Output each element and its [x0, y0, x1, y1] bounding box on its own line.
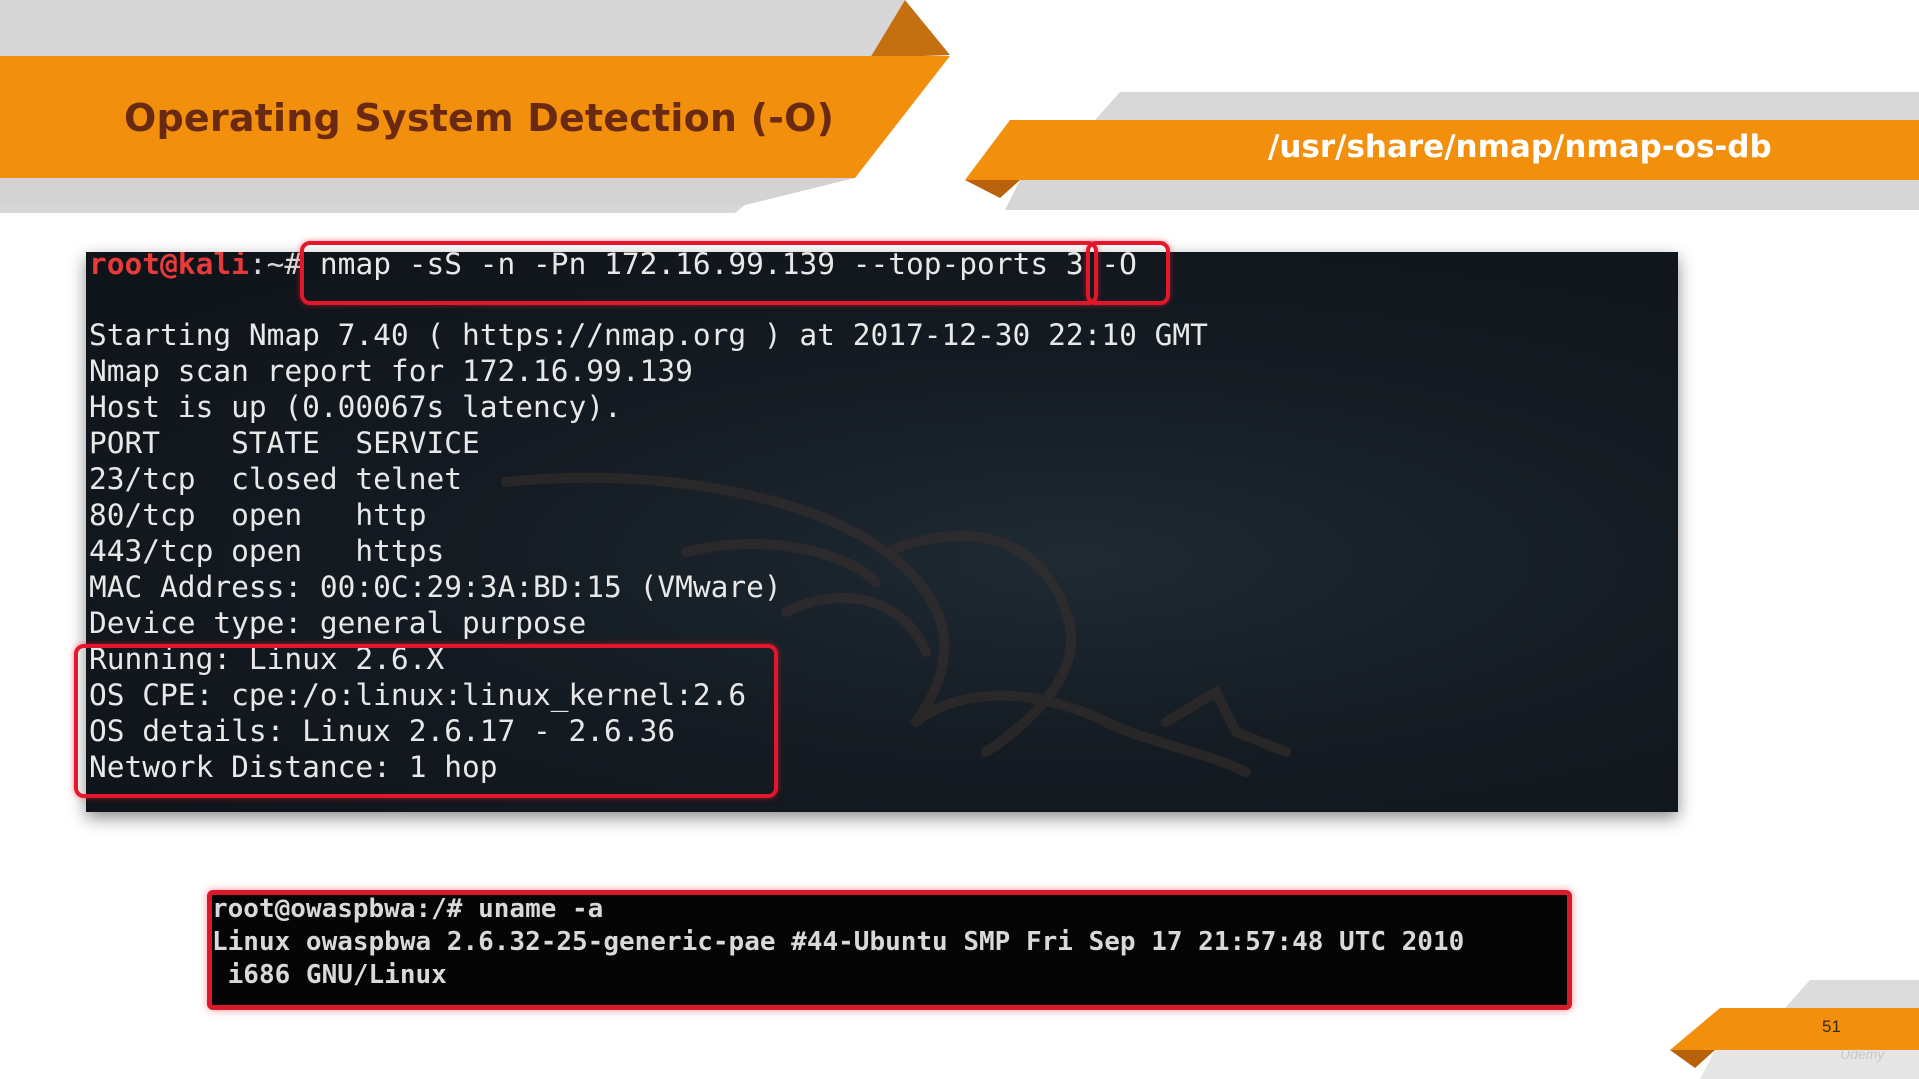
output-line-device-type: Device type: general purpose	[89, 606, 587, 640]
output-line-report: Nmap scan report for 172.16.99.139	[89, 354, 693, 388]
os-result-highlight-box	[74, 644, 778, 798]
output-line-host: Host is up (0.00067s latency).	[89, 390, 622, 424]
prompt-user: root@kali	[89, 252, 249, 281]
uname-command-line: root@owaspbwa:/# uname -a	[212, 894, 604, 924]
output-line-port-23: 23/tcp closed telnet	[89, 462, 462, 496]
output-line-port-80: 80/tcp open http	[89, 498, 427, 532]
owaspbwa-terminal: root@owaspbwa:/# uname -a Linux owaspbwa…	[207, 890, 1572, 1010]
output-line-mac: MAC Address: 00:0C:29:3A:BD:15 (VMware)	[89, 570, 782, 604]
udemy-logo: Udemy	[1840, 1046, 1885, 1062]
output-line-start: Starting Nmap 7.40 ( https://nmap.org ) …	[89, 318, 1208, 352]
output-line-header: PORT STATE SERVICE	[89, 426, 480, 460]
page-number: 51	[1822, 1017, 1841, 1036]
output-line-port-443: 443/tcp open https	[89, 534, 445, 568]
footer-decoration	[1670, 980, 1919, 1079]
slide-title: Operating System Detection (-O)	[124, 96, 835, 140]
uname-output-line-1: Linux owaspbwa 2.6.32-25-generic-pae #44…	[212, 927, 1465, 957]
prompt-separator: :~#	[248, 252, 303, 281]
uname-output-line-2: i686 GNU/Linux	[212, 960, 447, 990]
command-highlight-box	[300, 241, 1098, 305]
os-flag-highlight-box	[1086, 241, 1170, 305]
os-db-path: /usr/share/nmap/nmap-os-db	[1268, 129, 1772, 165]
